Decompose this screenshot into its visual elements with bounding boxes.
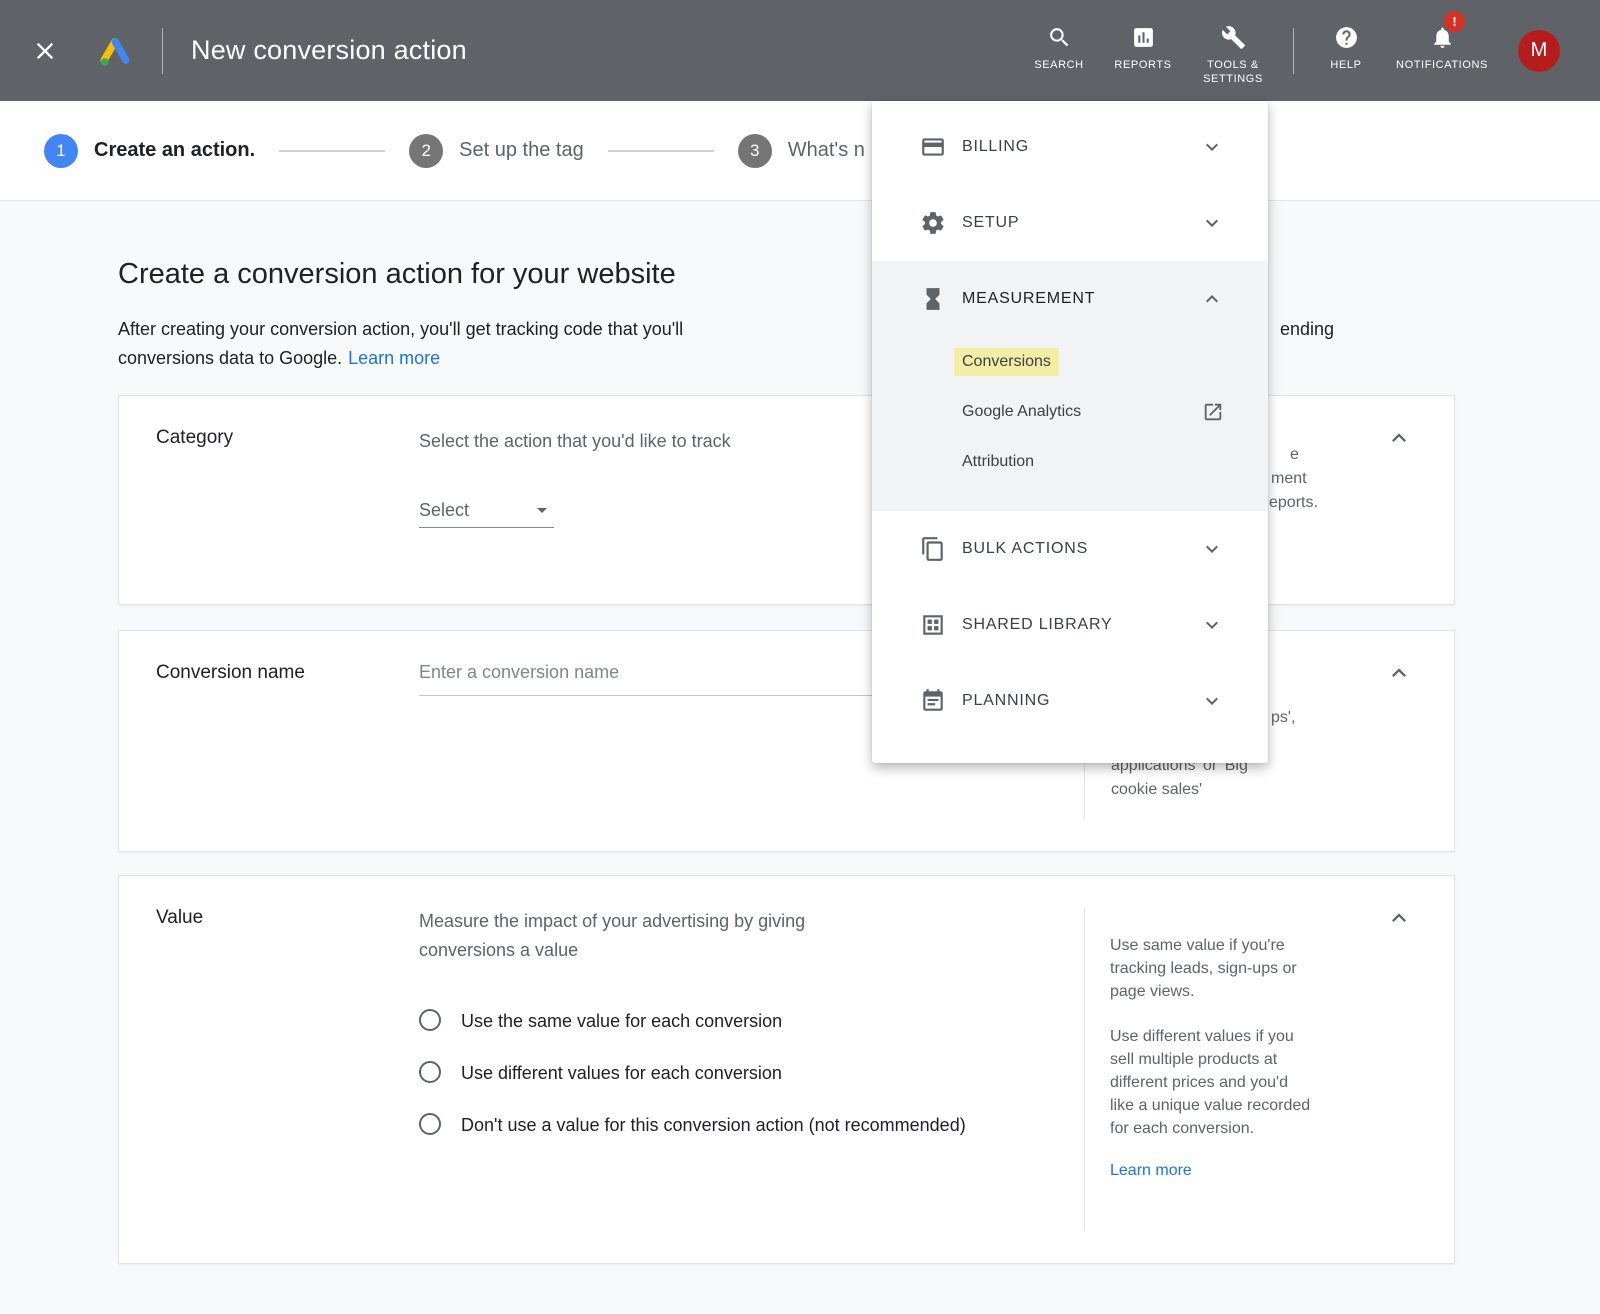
side-text-fragment: ps', (1271, 709, 1295, 727)
category-select-value: Select (419, 500, 469, 521)
step-connector (608, 150, 714, 152)
radio-same-value[interactable]: Use the same value for each conversion (419, 1007, 1084, 1035)
side-text-fragment: ment (1271, 470, 1307, 488)
step-3-whats-next[interactable]: 3 What's n (738, 134, 865, 168)
hourglass-icon (920, 286, 946, 312)
planning-calendar-icon (920, 688, 946, 714)
radio-unchecked-icon[interactable] (419, 1009, 441, 1031)
value-learn-more-link[interactable]: Learn more (1110, 1162, 1192, 1179)
notification-badge: ! (1444, 11, 1465, 32)
radio-unchecked-icon[interactable] (419, 1113, 441, 1135)
search-icon (1047, 25, 1072, 50)
topbar-divider (162, 28, 163, 74)
value-card-label: Value (119, 876, 419, 1263)
topbar-actions: SEARCH REPORTS TOOLS & SETTINGS HELP ! N… (1017, 11, 1560, 91)
help-icon (1334, 25, 1359, 50)
stepper: 1 Create an action. 2 Set up the tag 3 W… (0, 101, 1600, 201)
step-1-circle: 1 (44, 134, 78, 168)
content-heading: Create a conversion action for your webs… (118, 258, 1600, 291)
step-connector (279, 150, 385, 152)
value-help-panel: Use same value if you're tracking leads,… (1084, 908, 1454, 1231)
collapse-chevron-icon[interactable] (1384, 904, 1414, 934)
tools-settings-menu: BILLING SETUP MEASUREMENT Conversions Go… (872, 101, 1268, 763)
value-help-paragraph: Use different values if you sell multipl… (1110, 1025, 1315, 1140)
chevron-down-icon (1200, 211, 1224, 235)
step-1-create-action[interactable]: 1 Create an action. (44, 134, 255, 168)
step-2-circle: 2 (409, 134, 443, 168)
step-1-label: Create an action. (94, 139, 255, 162)
chevron-down-icon (1200, 537, 1224, 561)
close-icon[interactable] (30, 36, 60, 66)
menu-item-attribution[interactable]: Attribution (872, 437, 1268, 487)
menu-item-planning[interactable]: PLANNING (872, 663, 1268, 739)
radio-unchecked-icon[interactable] (419, 1061, 441, 1083)
intro-line2: conversions data to Google. (118, 348, 342, 368)
conversions-highlight: Conversions (954, 348, 1059, 376)
dropdown-arrow-icon (530, 498, 554, 522)
google-ads-logo[interactable] (96, 32, 134, 70)
side-text-fragment: e (1290, 446, 1299, 464)
radio-no-value[interactable]: Don't use a value for this conversion ac… (419, 1111, 1084, 1139)
intro-line1: After creating your conversion action, y… (118, 319, 683, 339)
topbar-actions-divider (1293, 28, 1294, 74)
avatar[interactable]: M (1518, 30, 1560, 72)
value-help-paragraph: Use same value if you're tracking leads,… (1110, 934, 1315, 1003)
chevron-up-icon (1200, 287, 1224, 311)
conversion-name-card-label: Conversion name (119, 631, 419, 851)
intro-learn-more-link[interactable]: Learn more (348, 348, 440, 368)
tools-settings-button[interactable]: TOOLS & SETTINGS (1185, 11, 1281, 91)
menu-item-setup[interactable]: SETUP (872, 185, 1268, 261)
measurement-section: MEASUREMENT Conversions Google Analytics… (872, 261, 1268, 511)
chevron-down-icon (1200, 135, 1224, 159)
value-radio-group: Use the same value for each conversion U… (419, 1007, 1084, 1139)
step-2-setup-tag[interactable]: 2 Set up the tag (409, 134, 584, 168)
side-text-fragment: cookie sales' (1111, 781, 1202, 799)
step-3-circle: 3 (738, 134, 772, 168)
collapse-chevron-icon[interactable] (1384, 659, 1414, 689)
tools-settings-label: TOOLS & SETTINGS (1198, 58, 1268, 86)
menu-item-billing[interactable]: BILLING (872, 109, 1268, 185)
menu-item-conversions[interactable]: Conversions (872, 337, 1268, 387)
step-3-label: What's n (788, 139, 865, 162)
notifications-button[interactable]: ! NOTIFICATIONS (1386, 11, 1498, 91)
intro-line1-fragment: ending (1280, 315, 1334, 344)
chevron-down-icon (1200, 689, 1224, 713)
side-text-fragment: eports. (1269, 494, 1318, 512)
search-label: SEARCH (1034, 58, 1083, 72)
category-card-label: Category (119, 396, 419, 604)
radio-different-values[interactable]: Use different values for each conversion (419, 1059, 1084, 1087)
collapse-chevron-icon[interactable] (1384, 424, 1414, 454)
search-button[interactable]: SEARCH (1017, 11, 1101, 91)
category-select[interactable]: Select (419, 498, 554, 528)
menu-item-shared-library[interactable]: SHARED LIBRARY (872, 587, 1268, 663)
setup-gear-icon (920, 210, 946, 236)
billing-icon (920, 134, 946, 160)
value-card: Value Measure the impact of your adverti… (118, 875, 1455, 1264)
topbar: New conversion action SEARCH REPORTS TOO… (0, 0, 1600, 101)
wrench-icon (1221, 25, 1246, 50)
notifications-label: NOTIFICATIONS (1396, 58, 1488, 72)
open-in-new-icon (1202, 401, 1224, 423)
help-button[interactable]: HELP (1306, 11, 1386, 91)
library-grid-icon (920, 612, 946, 638)
help-label: HELP (1330, 58, 1361, 72)
main-content: Create a conversion action for your webs… (0, 201, 1600, 1314)
step-2-label: Set up the tag (459, 139, 584, 162)
menu-item-bulk-actions[interactable]: BULK ACTIONS (872, 511, 1268, 587)
reports-icon (1131, 25, 1156, 50)
menu-item-google-analytics[interactable]: Google Analytics (872, 387, 1268, 437)
reports-button[interactable]: REPORTS (1101, 11, 1185, 91)
value-description: Measure the impact of your advertising b… (419, 907, 899, 965)
page-title: New conversion action (191, 35, 467, 66)
reports-label: REPORTS (1114, 58, 1171, 72)
menu-item-measurement[interactable]: MEASUREMENT (872, 261, 1268, 337)
copy-icon (920, 536, 946, 562)
chevron-down-icon (1200, 613, 1224, 637)
